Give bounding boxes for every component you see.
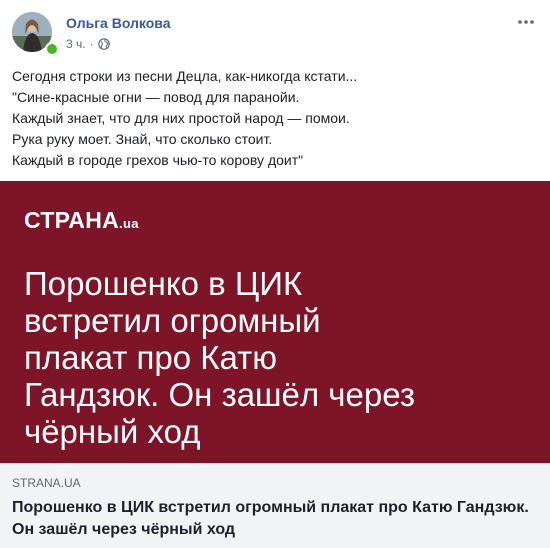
post-time[interactable]: 3 ч. <box>66 37 86 51</box>
post-text-line: "Сине-красные огни — повод для паранойи. <box>12 89 300 105</box>
post-header: Ольга Волкова 3 ч. · <box>0 0 550 64</box>
post-text-line: Каждый знает, что для них простой народ … <box>12 110 350 126</box>
headline-line: Гандзюк. Он зашёл через <box>24 376 415 413</box>
post-text-line: Рука руку моет. Знай, что сколько стоит. <box>12 131 273 147</box>
globe-icon[interactable] <box>97 38 110 50</box>
facebook-post: Ольга Волкова 3 ч. · Сегодня строки из п… <box>0 0 550 548</box>
brand-name: СТРАНА <box>24 207 120 233</box>
online-status-indicator <box>45 42 59 56</box>
author-name[interactable]: Ольга Волкова <box>66 15 171 31</box>
post-text: Сегодня строки из песни Децла, как-никог… <box>12 66 532 171</box>
link-image-banner[interactable]: СТРАНА.ua Порошенко в ЦИК встретил огром… <box>0 181 550 463</box>
brand-logo: СТРАНА.ua <box>24 207 139 234</box>
headline-line: плакат про Катю <box>24 339 278 376</box>
headline-line: встретил огромный <box>24 302 321 339</box>
headline-line: Порошенко в ЦИК <box>24 265 303 302</box>
more-options-icon[interactable] <box>514 12 538 32</box>
banner-headline: Порошенко в ЦИК встретил огромный плакат… <box>24 265 524 450</box>
headline-line: чёрный ход <box>24 413 201 450</box>
brand-tld: .ua <box>119 216 139 231</box>
link-preview[interactable]: STRANA.UA Порошенко в ЦИК встретил огром… <box>0 463 550 548</box>
post-text-line: Сегодня строки из песни Децла, как-никог… <box>12 68 358 84</box>
post-text-line: Каждый в городе грехов чью-то корову дои… <box>12 152 304 168</box>
link-domain: STRANA.UA <box>12 476 81 490</box>
post-meta: 3 ч. · <box>66 37 110 51</box>
link-title[interactable]: Порошенко в ЦИК встретил огромный плакат… <box>12 497 532 541</box>
meta-separator: · <box>89 37 94 51</box>
